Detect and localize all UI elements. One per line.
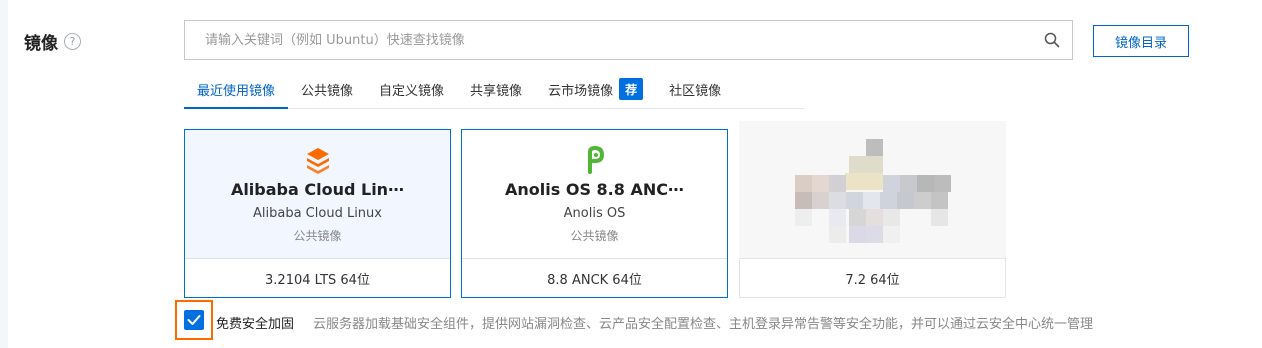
tab-shared-images[interactable]: 共享镜像	[457, 70, 535, 108]
tab-label: 云市场镜像	[548, 83, 614, 99]
image-section-label: 镜像 ?	[24, 29, 81, 54]
image-search-box[interactable]	[184, 20, 1073, 60]
search-icon[interactable]	[1032, 32, 1072, 48]
left-strip	[0, 0, 8, 348]
check-icon	[187, 315, 201, 325]
card-type: 公共镜像	[293, 229, 342, 243]
security-checkbox-highlight[interactable]	[175, 300, 213, 340]
image-search-input[interactable]	[205, 21, 1032, 59]
card-top: Alibaba Cloud Lin⋯ Alibaba Cloud Linux 公…	[185, 130, 450, 258]
tab-marketplace-images[interactable]: 云市场镜像荐	[535, 70, 656, 108]
recommended-badge: 荐	[619, 78, 644, 100]
image-card-alibaba-cloud-linux[interactable]: Alibaba Cloud Lin⋯ Alibaba Cloud Linux 公…	[184, 129, 451, 298]
blurred-image-placeholder	[739, 121, 1006, 258]
tab-public-images[interactable]: 公共镜像	[288, 70, 366, 108]
card-version-select[interactable]: 3.2104 LTS 64位	[185, 258, 450, 297]
card-type: 公共镜像	[570, 229, 619, 243]
alibaba-cloud-linux-logo-icon	[304, 146, 332, 174]
card-version-select[interactable]: 7.2 64位	[739, 258, 1006, 298]
card-version-select[interactable]: 8.8 ANCK 64位	[462, 258, 727, 297]
tab-recent-images[interactable]: 最近使用镜像	[184, 70, 289, 109]
image-catalog-button[interactable]: 镜像目录	[1093, 25, 1189, 57]
section-label-text: 镜像	[24, 34, 58, 54]
card-title: Anolis OS 8.8 ANC⋯	[505, 180, 684, 199]
card-subtitle: Anolis OS	[563, 206, 626, 221]
card-subtitle: Alibaba Cloud Linux	[253, 206, 382, 221]
card-top: Anolis OS 8.8 ANC⋯ Anolis OS 公共镜像	[462, 130, 727, 258]
security-checkbox[interactable]	[184, 310, 204, 330]
security-description: 云服务器加载基础安全组件，提供网站漏洞检查、云产品安全配置检查、主机登录异常告警…	[313, 317, 1094, 332]
tab-label: 公共镜像	[301, 83, 354, 99]
image-type-tabs: 最近使用镜像 公共镜像 自定义镜像 共享镜像 云市场镜像荐 社区镜像	[184, 70, 804, 109]
image-card-blurred[interactable]: 7.2 64位	[739, 121, 1006, 298]
card-title: Alibaba Cloud Lin⋯	[230, 180, 405, 199]
tab-custom-images[interactable]: 自定义镜像	[366, 70, 457, 108]
tab-label: 自定义镜像	[379, 83, 445, 99]
tab-label: 社区镜像	[669, 83, 722, 99]
help-circle-icon[interactable]: ?	[64, 33, 81, 50]
anolis-logo-icon	[585, 146, 605, 174]
tab-label: 共享镜像	[470, 83, 523, 99]
security-checkbox-label[interactable]: 免费安全加固	[216, 313, 294, 332]
image-card-anolis-os[interactable]: Anolis OS 8.8 ANC⋯ Anolis OS 公共镜像 8.8 AN…	[461, 129, 728, 298]
tab-label: 最近使用镜像	[197, 83, 276, 99]
tab-community-images[interactable]: 社区镜像	[656, 70, 734, 108]
